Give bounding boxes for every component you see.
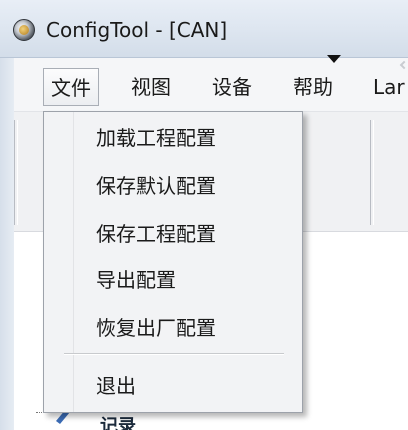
menu-item-restore-factory-config[interactable]: 恢复出厂配置 bbox=[46, 307, 300, 349]
menu-item-exit[interactable]: 退出 bbox=[46, 365, 300, 407]
menu-file[interactable]: 文件 bbox=[43, 68, 99, 106]
menu-item-save-project-config[interactable]: 保存工程配置 bbox=[46, 213, 300, 255]
menu-view[interactable]: 视图 bbox=[124, 68, 178, 106]
menu-item-load-project-config[interactable]: 加载工程配置 bbox=[46, 117, 300, 159]
toolbar-separator bbox=[370, 120, 374, 225]
toolbar-grip[interactable] bbox=[14, 120, 18, 225]
menu-item-export-config[interactable]: 导出配置 bbox=[46, 259, 300, 301]
menu-language[interactable]: Lar bbox=[366, 68, 408, 106]
tree-item-label[interactable]: 记录 bbox=[100, 412, 136, 430]
window-left-border bbox=[0, 58, 14, 430]
app-globe-icon[interactable] bbox=[13, 19, 35, 41]
menu-help[interactable]: 帮助 bbox=[286, 68, 340, 106]
menu-device[interactable]: 设备 bbox=[205, 68, 259, 106]
file-menu-dropdown: 加载工程配置 保存默认配置 保存工程配置 导出配置 恢复出厂配置 退出 bbox=[43, 111, 303, 413]
menu-separator bbox=[64, 353, 284, 355]
dropdown-arrow-icon[interactable] bbox=[327, 55, 341, 63]
title-bar: ConfigTool - [CAN] bbox=[0, 0, 408, 58]
window-title: ConfigTool - [CAN] bbox=[46, 18, 228, 42]
menu-item-save-default-config[interactable]: 保存默认配置 bbox=[46, 165, 300, 207]
menu-bar: 文件 视图 设备 帮助 Lar bbox=[0, 58, 408, 112]
